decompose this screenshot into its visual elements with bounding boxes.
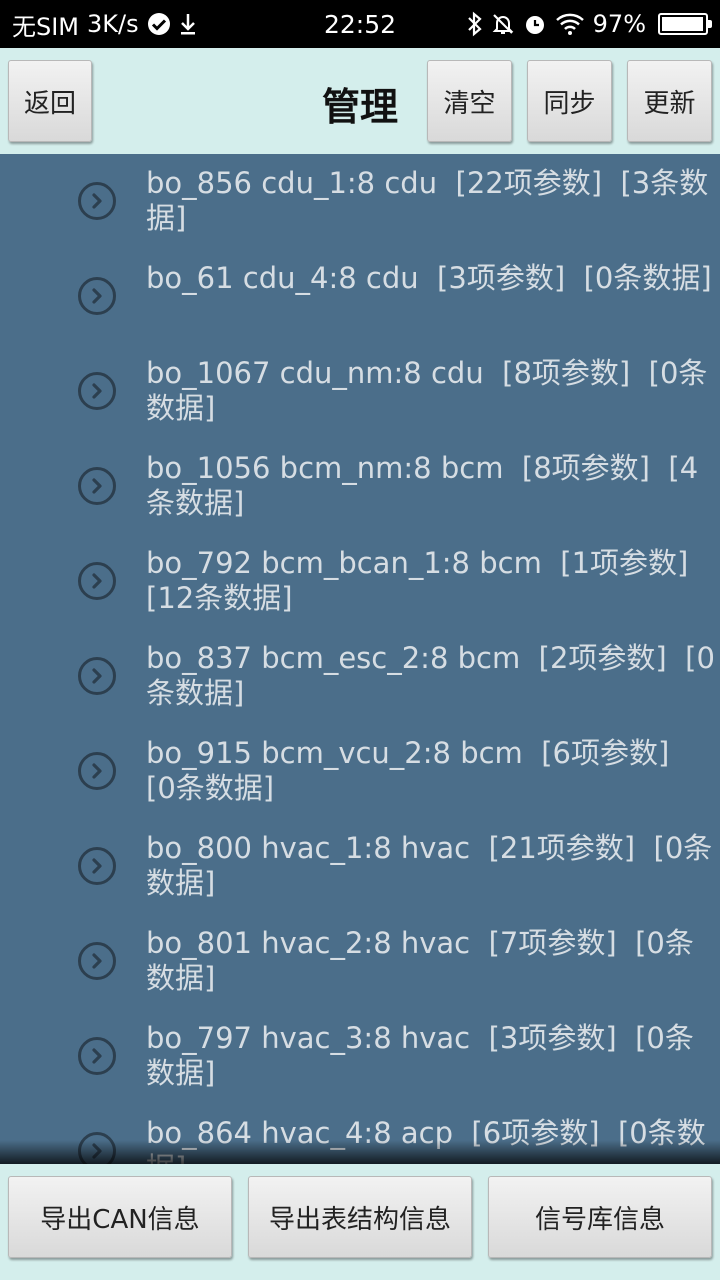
list-item[interactable]: bo_801 hvac_2:8 hvac [7项参数] [0条数据] [0, 914, 720, 1009]
chevron-right-circle-icon[interactable] [78, 752, 116, 790]
chevron-right-circle-icon[interactable] [78, 1037, 116, 1075]
list-item-text: bo_797 hvac_3:8 hvac [3项参数] [0条数据] [146, 1021, 694, 1090]
list-item[interactable]: bo_797 hvac_3:8 hvac [3项参数] [0条数据] [0, 1009, 720, 1104]
list-item-text: bo_837 bcm_esc_2:8 bcm [2项参数] [0条数据] [146, 641, 715, 710]
sync-button[interactable]: 同步 [527, 60, 612, 142]
update-button[interactable]: 更新 [627, 60, 712, 142]
export-can-button[interactable]: 导出CAN信息 [8, 1176, 232, 1258]
battery-icon [658, 13, 712, 35]
list-item[interactable]: bo_800 hvac_1:8 hvac [21项参数] [0条数据] [0, 819, 720, 914]
wifi-icon [555, 12, 585, 36]
network-speed: 3K/s [87, 10, 139, 38]
list-item[interactable]: bo_1067 cdu_nm:8 cdu [8项参数] [0条数据] [0, 344, 720, 439]
list-item-text: bo_792 bcm_bcan_1:8 bcm [1项参数] [12条数据] [146, 546, 707, 615]
battery-percent: 97% [592, 10, 646, 38]
list-item[interactable]: bo_837 bcm_esc_2:8 bcm [2项参数] [0条数据] [0, 629, 720, 724]
list-item[interactable]: bo_856 cdu_1:8 cdu [22项参数] [3条数据] [0, 154, 720, 249]
bottom-toolbar: 导出CAN信息 导出表结构信息 信号库信息 [0, 1164, 720, 1280]
status-bar: 无SIM 3K/s 22:52 97% [0, 0, 720, 48]
alarm-icon [523, 12, 547, 36]
carrier-text: 无SIM [12, 12, 80, 41]
list-item[interactable]: bo_61 cdu_4:8 cdu [3项参数] [0条数据] [0, 249, 720, 344]
chevron-right-circle-icon[interactable] [78, 942, 116, 980]
list-item-text: bo_1056 bcm_nm:8 bcm [8项参数] [4条数据] [146, 451, 699, 520]
signal-library-button[interactable]: 信号库信息 [488, 1176, 712, 1258]
chevron-right-circle-icon[interactable] [78, 467, 116, 505]
list-item[interactable]: bo_1056 bcm_nm:8 bcm [8项参数] [4条数据] [0, 439, 720, 534]
bluetooth-icon [467, 11, 483, 37]
mute-bell-icon [491, 12, 515, 36]
clear-button[interactable]: 清空 [427, 60, 512, 142]
chevron-right-circle-icon[interactable] [78, 657, 116, 695]
chevron-right-circle-icon[interactable] [78, 847, 116, 885]
message-list[interactable]: bo_856 cdu_1:8 cdu [22项参数] [3条数据] bo_61 c… [0, 154, 720, 1164]
list-item-text: bo_856 cdu_1:8 cdu [22项参数] [3条数据] [146, 166, 709, 235]
status-left: 无SIM 3K/s [12, 7, 197, 42]
page-title: 管理 [321, 85, 398, 129]
back-button[interactable]: 返回 [8, 60, 92, 142]
list-item[interactable]: bo_792 bcm_bcan_1:8 bcm [1项参数] [12条数据] [0, 534, 720, 629]
check-circle-icon [147, 12, 171, 36]
list-bottom-shadow [0, 1140, 720, 1164]
chevron-right-circle-icon[interactable] [78, 182, 116, 220]
list-item[interactable]: bo_915 bcm_vcu_2:8 bcm [6项参数] [0条数据] [0, 724, 720, 819]
chevron-right-circle-icon[interactable] [78, 372, 116, 410]
export-table-structure-button[interactable]: 导出表结构信息 [248, 1176, 472, 1258]
list-item-text: bo_801 hvac_2:8 hvac [7项参数] [0条数据] [146, 926, 694, 995]
list-item-text: bo_1067 cdu_nm:8 cdu [8项参数] [0条数据] [146, 356, 708, 425]
status-right: 97% [467, 10, 712, 38]
list-item-text: bo_800 hvac_1:8 hvac [21项参数] [0条数据] [146, 831, 713, 900]
chevron-right-circle-icon[interactable] [78, 562, 116, 600]
list-item-text: bo_61 cdu_4:8 cdu [3项参数] [0条数据] [146, 261, 712, 295]
list-item-text: bo_915 bcm_vcu_2:8 bcm [6项参数] [0条数据] [146, 736, 688, 805]
download-icon [179, 12, 197, 36]
chevron-right-circle-icon[interactable] [78, 277, 116, 315]
